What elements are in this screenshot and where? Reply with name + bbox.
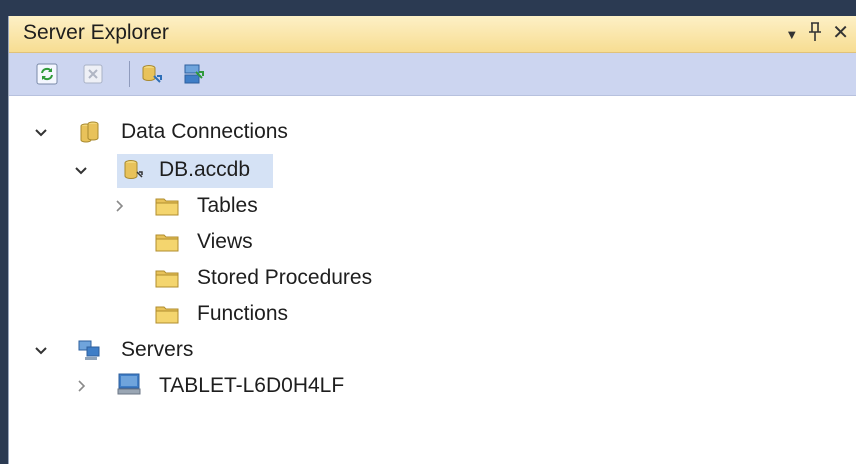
tree-item-servers[interactable]: Servers <box>121 338 193 362</box>
stop-refresh-icon[interactable] <box>81 62 105 86</box>
folder-icon <box>155 306 179 324</box>
chevron-right-icon[interactable] <box>73 378 89 394</box>
data-connections-icon <box>80 121 99 143</box>
toolbar-separator <box>129 61 130 87</box>
pin-icon[interactable] <box>808 22 822 47</box>
chevron-right-icon[interactable] <box>111 198 127 214</box>
tree-item-tables[interactable]: Tables <box>197 194 258 218</box>
panel-title-bar: Server Explorer ▼ ✕ <box>9 16 856 53</box>
refresh-icon[interactable] <box>35 62 59 86</box>
tree-item-tablet[interactable]: TABLET-L6D0H4LF <box>159 374 344 398</box>
chevron-down-icon[interactable] <box>33 124 49 140</box>
folder-icon <box>155 270 179 288</box>
panel-title: Server Explorer <box>23 21 169 44</box>
connect-to-server-icon[interactable] <box>181 62 205 86</box>
tree-item-stored-procedures[interactable]: Stored Procedures <box>197 266 372 290</box>
tree-item-views[interactable]: Views <box>197 230 253 254</box>
title-buttons: ▼ ✕ <box>785 22 849 47</box>
servers-icon <box>78 340 100 360</box>
tree-item-functions[interactable]: Functions <box>197 302 288 326</box>
chevron-down-icon[interactable] <box>33 342 49 358</box>
dropdown-icon[interactable]: ▼ <box>785 24 798 47</box>
computer-icon <box>117 373 141 395</box>
tree-item-data-connections[interactable]: Data Connections <box>121 120 288 144</box>
close-icon[interactable]: ✕ <box>832 22 849 47</box>
server-explorer-panel: Server Explorer ▼ ✕ Data Connections DB.… <box>8 16 856 464</box>
connect-to-database-icon[interactable] <box>139 62 163 86</box>
tree-item-db[interactable]: DB.accdb <box>159 158 250 182</box>
folder-icon <box>155 198 179 216</box>
chevron-down-icon[interactable] <box>73 162 89 178</box>
folder-icon <box>155 234 179 252</box>
toolbar <box>9 53 856 96</box>
database-icon <box>124 160 143 180</box>
